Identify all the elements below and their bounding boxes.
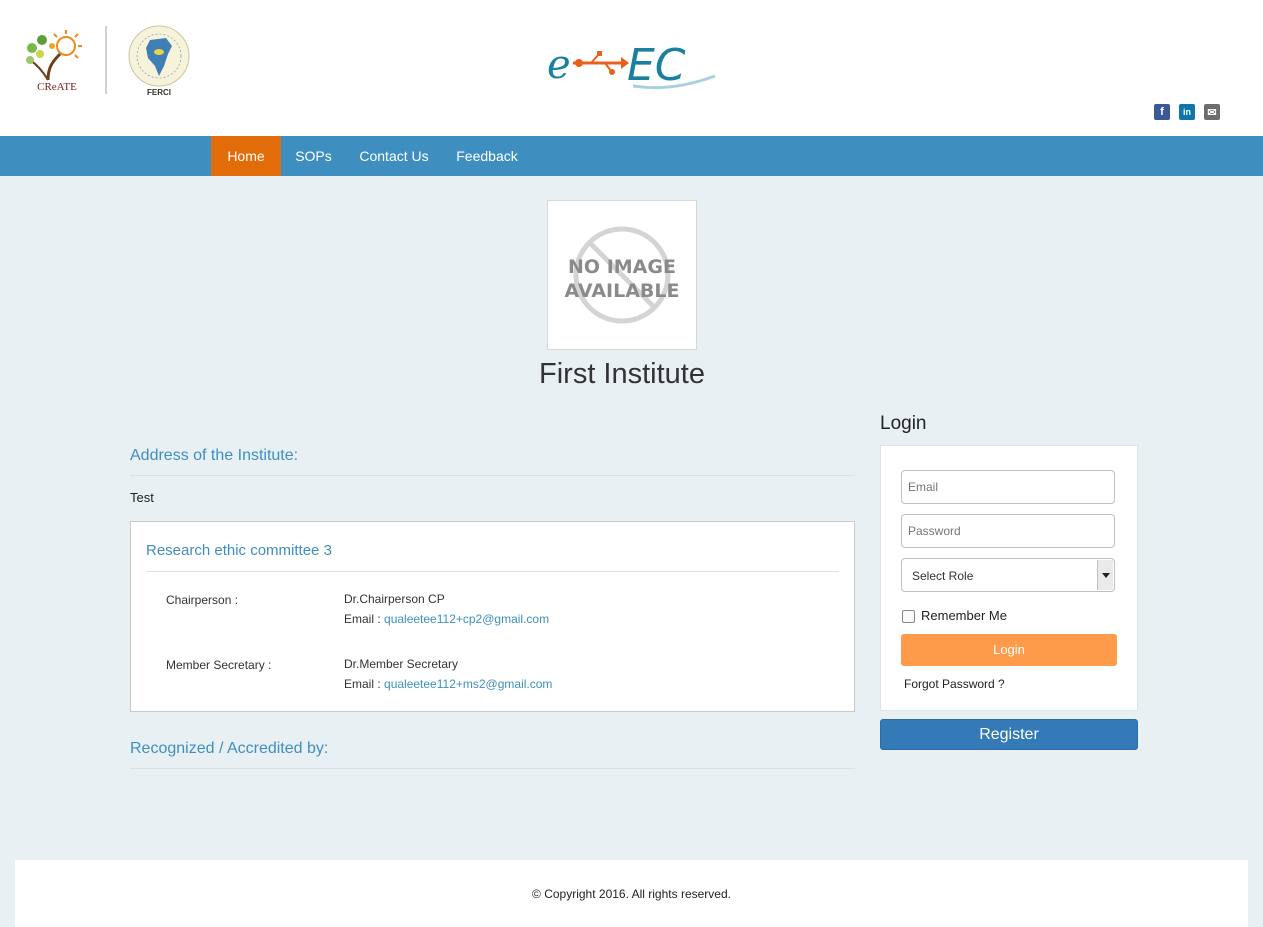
create-logo[interactable]: CReATE	[22, 24, 92, 96]
logo-divider	[105, 26, 107, 94]
committee-title: Research ethic committee 3	[146, 542, 839, 572]
remember-me-label[interactable]: Remember Me	[921, 608, 1007, 623]
nav-sops[interactable]: SOPs	[281, 136, 346, 176]
address-text: Test	[130, 490, 154, 505]
email-prefix: Email :	[344, 677, 385, 691]
chairperson-details: Dr.Chairperson CP Email : qualeetee112+c…	[344, 589, 549, 629]
secretary-email-link[interactable]: qualeetee112+ms2@gmail.com	[384, 677, 552, 691]
main-nav: Home SOPs Contact Us Feedback	[0, 136, 1263, 176]
register-button[interactable]: Register	[880, 719, 1138, 750]
no-image-text-1: NO IMAGE	[568, 256, 676, 278]
svg-text:e: e	[547, 42, 571, 88]
login-heading: Login	[880, 413, 927, 434]
facebook-icon[interactable]: f	[1154, 104, 1170, 120]
no-image-text-2: AVAILABLE	[565, 280, 680, 302]
role-select[interactable]: Select Role	[901, 558, 1115, 592]
site-header: CReATE FERCI e EC f in ✉	[0, 0, 1263, 136]
chevron-down-icon[interactable]	[1097, 560, 1113, 590]
site-footer: © Copyright 2016. All rights reserved.	[15, 860, 1248, 927]
remember-me-checkbox[interactable]	[902, 610, 915, 623]
chairperson-email-link[interactable]: qualeetee112+cp2@gmail.com	[384, 612, 549, 626]
email-prefix: Email :	[344, 612, 385, 626]
role-select-value: Select Role	[912, 569, 974, 583]
secretary-label: Member Secretary :	[166, 658, 272, 672]
login-button[interactable]: Login	[901, 634, 1117, 666]
chairperson-name: Dr.Chairperson CP	[344, 592, 445, 606]
secretary-email-row: Email : qualeetee112+ms2@gmail.com	[344, 674, 552, 694]
recognized-heading: Recognized / Accredited by:	[130, 740, 855, 769]
chairperson-label: Chairperson :	[166, 593, 239, 607]
secretary-name: Dr.Member Secretary	[344, 657, 459, 671]
create-logo-text: CReATE	[37, 81, 77, 93]
nav-home[interactable]: Home	[211, 136, 281, 176]
email-field[interactable]	[901, 470, 1115, 504]
institute-image-placeholder: NO IMAGE AVAILABLE	[547, 200, 697, 350]
eec-logo[interactable]: e EC	[547, 30, 719, 91]
password-field[interactable]	[901, 514, 1115, 548]
nav-contact-us[interactable]: Contact Us	[346, 136, 442, 176]
email-icon[interactable]: ✉	[1204, 104, 1220, 120]
chairperson-email-row: Email : qualeetee112+cp2@gmail.com	[344, 609, 549, 629]
forgot-password-link[interactable]: Forgot Password ?	[904, 677, 1005, 691]
address-heading: Address of the Institute:	[130, 447, 855, 476]
copyright-text: © Copyright 2016. All rights reserved.	[532, 887, 731, 901]
linkedin-icon[interactable]: in	[1179, 104, 1195, 120]
nav-feedback[interactable]: Feedback	[442, 136, 532, 176]
ferci-logo[interactable]: FERCI	[126, 22, 192, 98]
institute-name: First Institute	[539, 358, 705, 390]
ferci-logo-text: FERCI	[147, 88, 171, 97]
svg-text:EC: EC	[627, 40, 686, 90]
login-form: Select Role Remember Me Login Forgot Pas…	[880, 445, 1138, 711]
secretary-details: Dr.Member Secretary Email : qualeetee112…	[344, 654, 552, 694]
committee-card: Research ethic committee 3 Chairperson :…	[130, 521, 855, 712]
